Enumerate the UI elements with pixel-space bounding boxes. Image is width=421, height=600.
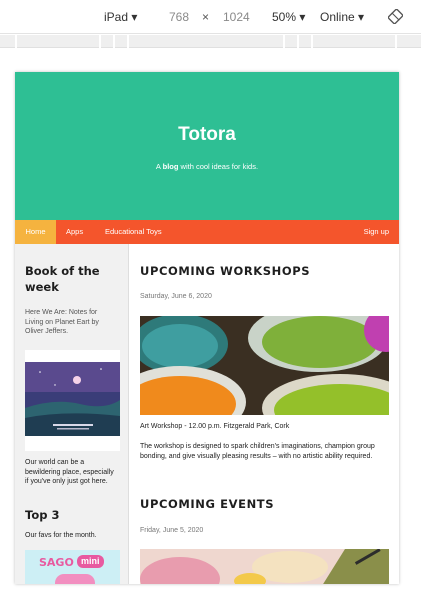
nav-apps[interactable]: Apps xyxy=(66,220,83,244)
device-viewport: Totora A blog with cool ideas for kids. … xyxy=(15,72,399,584)
events-date: Friday, June 5, 2020 xyxy=(140,527,204,534)
event-image xyxy=(140,549,389,584)
site-tagline: A blog with cool ideas for kids. xyxy=(15,162,399,171)
ruler-segment xyxy=(313,35,397,48)
ruler-segment xyxy=(397,35,421,48)
tagline-prefix: A xyxy=(155,162,163,171)
book-cover-art xyxy=(25,350,120,451)
event-photo[interactable] xyxy=(140,549,389,584)
workshop-description: The workshop is designed to spark childr… xyxy=(140,443,375,460)
app-logo-badge: mini xyxy=(77,555,104,568)
main-content: UPCOMING WORKSHOPS Saturday, June 6, 202… xyxy=(140,244,395,584)
sidebar: Book of the week Here We Are: Notes for … xyxy=(15,244,129,584)
nav-signup[interactable]: Sign up xyxy=(364,220,389,244)
site-header: Totora A blog with cool ideas for kids. xyxy=(15,72,399,220)
book-note: Our world can be a bewildering place, es… xyxy=(25,459,114,485)
book-description: Here We Are: Notes for Living on Planet … xyxy=(25,309,99,335)
book-of-week-heading: Book of the week xyxy=(25,264,100,294)
tagline-suffix: with cool ideas for kids. xyxy=(178,162,259,171)
nav-educational-toys[interactable]: Educational Toys xyxy=(105,220,162,244)
app-thumbnail[interactable]: SAGO mini xyxy=(25,550,120,584)
device-select[interactable]: iPad ▾ xyxy=(104,10,137,24)
ruler-segment xyxy=(285,35,299,48)
app-logo-shape xyxy=(55,574,95,584)
events-title: UPCOMING EVENTS xyxy=(140,497,275,511)
workshop-photo[interactable] xyxy=(140,316,389,415)
paint-pots-image xyxy=(140,316,389,415)
ruler-segment xyxy=(129,35,285,48)
dimension-separator: × xyxy=(202,10,210,24)
ruler-segment xyxy=(299,35,313,48)
workshop-caption: Art Workshop - 12.00 p.m. Fitzgerald Par… xyxy=(140,423,290,430)
viewport-width-input[interactable]: 768 xyxy=(169,10,189,24)
main-nav: Home Apps Educational Toys Sign up xyxy=(15,220,399,244)
top-3-description: Our favs for the month. xyxy=(25,532,97,539)
app-logo-text: SAGO xyxy=(39,556,74,569)
workshops-date: Saturday, June 6, 2020 xyxy=(140,293,212,300)
site-title[interactable]: Totora xyxy=(15,124,399,146)
top-3-heading: Top 3 xyxy=(25,508,60,522)
network-throttle-select[interactable]: Online ▾ xyxy=(320,10,364,24)
ruler-segment xyxy=(115,35,129,48)
rotate-icon[interactable] xyxy=(388,9,403,24)
media-query-ruler[interactable] xyxy=(0,35,421,48)
viewport-height-input[interactable]: 1024 xyxy=(223,10,250,24)
nav-home[interactable]: Home xyxy=(15,220,56,244)
ruler-segment xyxy=(101,35,115,48)
tagline-bold: blog xyxy=(162,162,179,171)
zoom-select[interactable]: 50% ▾ xyxy=(272,10,305,24)
ruler-segment xyxy=(17,35,101,48)
device-toolbar: iPad ▾ 768 × 1024 50% ▾ Online ▾ xyxy=(0,0,421,34)
workshops-title: UPCOMING WORKSHOPS xyxy=(140,264,311,278)
ruler-segment xyxy=(0,35,17,48)
book-cover-image[interactable] xyxy=(25,350,120,451)
